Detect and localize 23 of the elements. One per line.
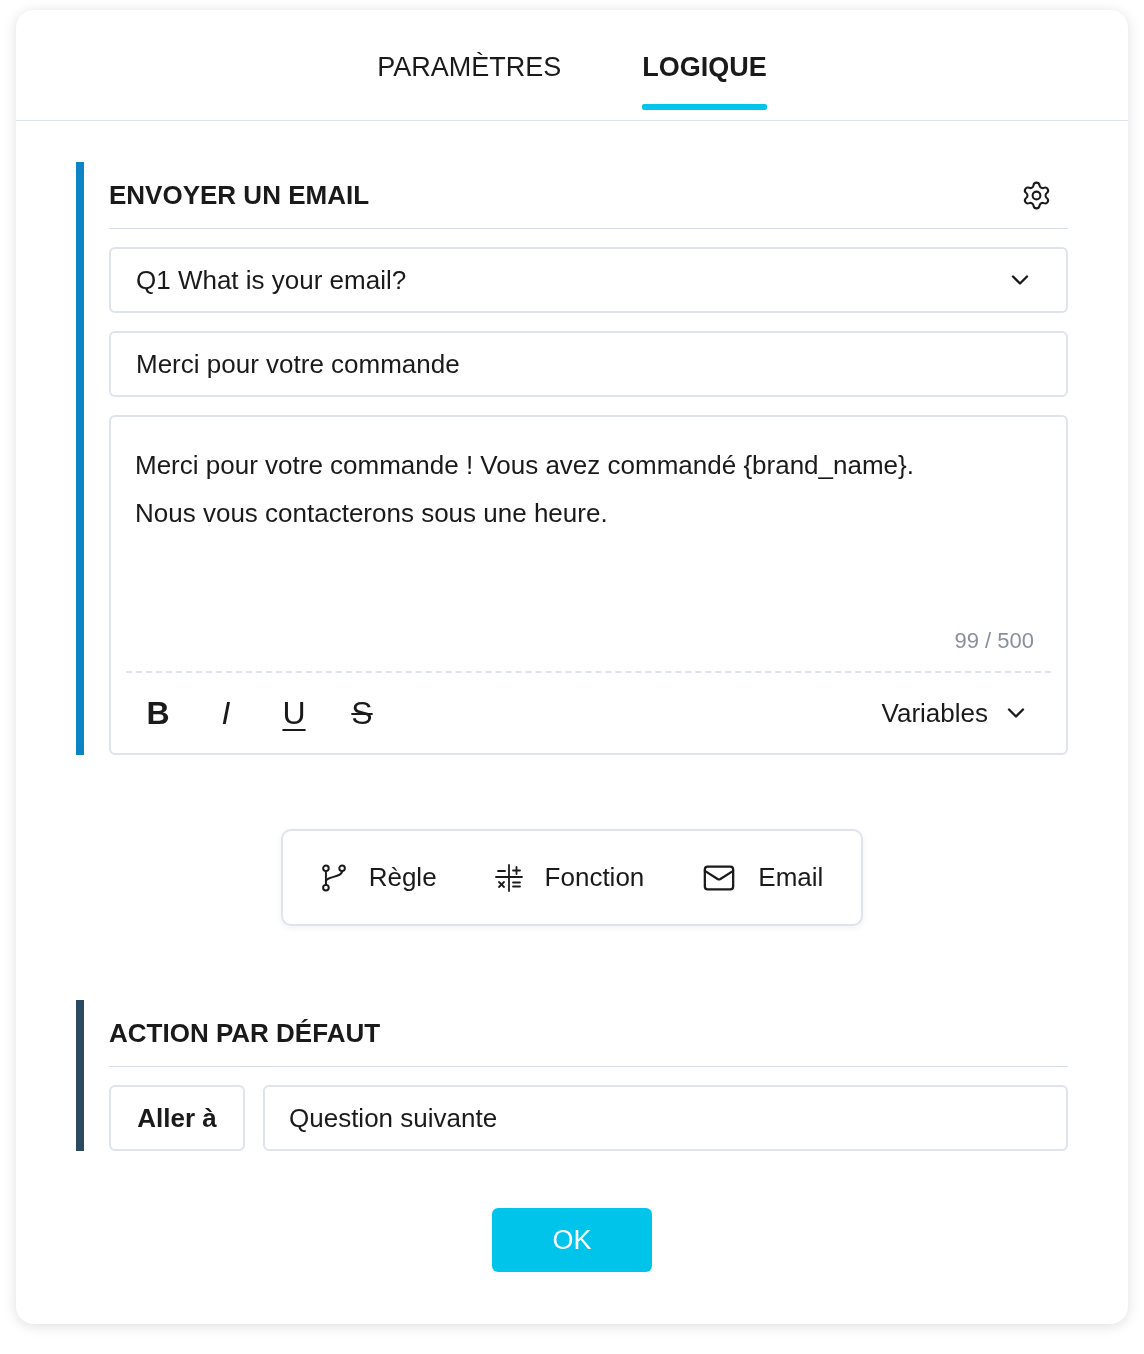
- tab[interactable]: LOGIQUE: [642, 52, 767, 110]
- message-text: Merci pour votre commande ! Vous avez commandé {brand_name}.: [135, 449, 914, 482]
- underline-button[interactable]: U: [272, 691, 316, 735]
- branch-icon: [320, 863, 347, 892]
- strikethrough-button[interactable]: S: [340, 691, 384, 735]
- action-type-button[interactable]: Aller à: [109, 1085, 245, 1151]
- subject-field[interactable]: Merci pour votre commande: [109, 331, 1068, 397]
- tab[interactable]: PARAMÈTRES: [377, 52, 562, 110]
- settings-icon[interactable]: [1021, 179, 1052, 211]
- target-field[interactable]: Question suivante: [263, 1085, 1068, 1151]
- variables-dropdown[interactable]: Variables: [881, 693, 1030, 733]
- rule-button[interactable]: Règle: [320, 858, 437, 897]
- email-button[interactable]: Email: [702, 858, 824, 897]
- message-text: Nous vous contacterons sous une heure.: [135, 497, 608, 530]
- section-title: ENVOYER UN EMAIL: [109, 178, 370, 212]
- function-button[interactable]: Fonction: [494, 858, 645, 897]
- section-title: ACTION PAR DÉFAUT: [109, 1016, 381, 1050]
- message-editor[interactable]: Merci pour votre commande ! Vous avez commandé {brand_name}. Nous vous contacterons sous une heure. 99 / 500 B I U S Variables: [109, 415, 1068, 755]
- character-counter: 99 / 500: [954, 627, 1034, 655]
- question-select[interactable]: Q1 What is your email?: [109, 247, 1068, 313]
- bold-button[interactable]: B: [136, 691, 180, 735]
- calculator-icon: [494, 863, 523, 892]
- italic-button[interactable]: I: [204, 691, 248, 735]
